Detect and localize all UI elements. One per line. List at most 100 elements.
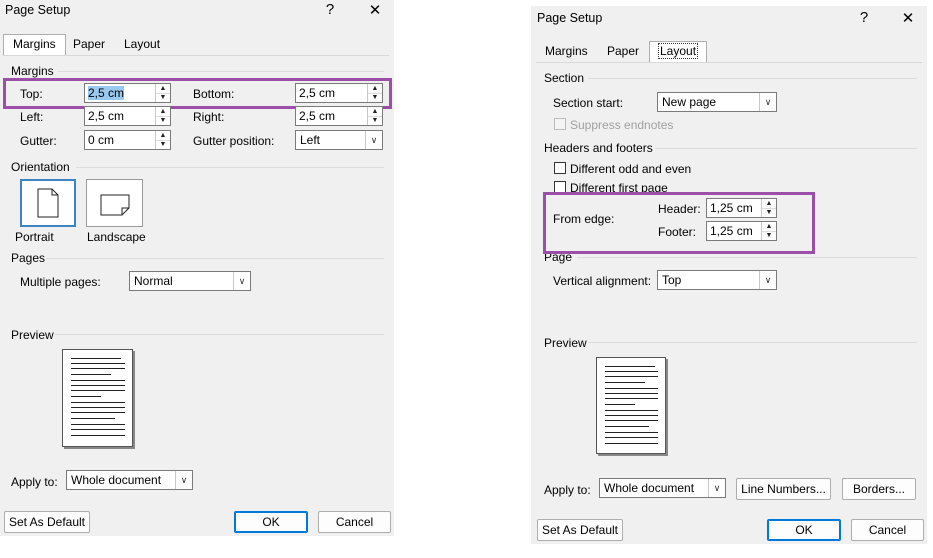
preview-line (71, 363, 125, 364)
left-apply-to-label: Apply to: (11, 475, 58, 489)
right-apply-to-label: Apply to: (544, 483, 591, 497)
landscape-label: Landscape (87, 230, 146, 244)
page-separator (577, 257, 917, 258)
left-preview-separator (55, 334, 384, 335)
preview-line (605, 404, 635, 405)
right-set-as-default-button[interactable]: Set As Default (537, 519, 623, 541)
preview-line (605, 437, 658, 438)
left-apply-to-value: Whole document (71, 473, 162, 487)
vertical-alignment-label: Vertical alignment: (553, 274, 652, 288)
preview-line (71, 424, 125, 425)
right-margin-value: 2,5 cm (299, 109, 336, 123)
left-margin-spinner[interactable]: 2,5 cm ▲ ▼ (84, 106, 171, 126)
preview-line (71, 358, 121, 359)
right-tab-layout[interactable]: Layout (649, 41, 708, 63)
right-help-button[interactable]: ? (854, 9, 874, 26)
left-ok-button[interactable]: OK (234, 511, 308, 533)
chevron-down-icon[interactable]: ∨ (365, 131, 382, 149)
left-apply-to-select[interactable]: Whole document ∨ (66, 470, 193, 490)
preview-line (71, 407, 125, 408)
preview-line (605, 415, 658, 416)
preview-line (71, 380, 125, 381)
left-tab-paper[interactable]: Paper (64, 35, 114, 55)
chevron-down-icon[interactable]: ∨ (233, 272, 250, 290)
different-odd-even-label: Different odd and even (570, 162, 692, 176)
left-margin-value: 2,5 cm (88, 109, 125, 123)
headers-footers-group-label: Headers and footers (544, 141, 653, 155)
right-tab-margins[interactable]: Margins (536, 42, 597, 62)
preview-line (605, 366, 655, 367)
section-group-label: Section (544, 71, 585, 85)
orientation-group-label: Orientation (11, 160, 70, 174)
portrait-button[interactable] (20, 179, 76, 227)
left-tab-layout[interactable]: Layout (115, 35, 169, 55)
right-page-preview (596, 357, 666, 454)
right-dialog-title: Page Setup (537, 11, 603, 25)
right-margin-spinner[interactable]: 2,5 cm ▲ ▼ (295, 106, 383, 126)
landscape-page-icon (100, 194, 130, 216)
gutter-spinner[interactable]: 0 cm ▲ ▼ (84, 130, 171, 150)
right-spin-arrows: ▲ ▼ (367, 107, 382, 125)
right-highlight-box (543, 192, 815, 254)
right-tab-paper[interactable]: Paper (598, 42, 648, 62)
preview-line (605, 382, 645, 383)
preview-line (71, 402, 125, 403)
suppress-endnotes-label: Suppress endnotes (570, 118, 674, 132)
borders-button[interactable]: Borders... (842, 478, 916, 500)
left-tab-margins[interactable]: Margins (3, 34, 66, 56)
suppress-endnotes-checkbox[interactable] (554, 118, 566, 130)
preview-line (605, 398, 658, 399)
chevron-down-icon[interactable]: ∨ (708, 479, 725, 497)
spin-down-icon[interactable]: ▼ (156, 116, 170, 125)
preview-line (71, 390, 125, 391)
preview-line (605, 420, 658, 421)
preview-line (605, 432, 658, 433)
left-dialog-title: Page Setup (5, 3, 71, 17)
portrait-label: Portrait (15, 230, 54, 244)
left-margins-group-label: Margins (11, 64, 54, 78)
gutter-label: Gutter: (20, 134, 57, 148)
line-numbers-button[interactable]: Line Numbers... (736, 478, 831, 500)
right-tabpanel-border (536, 62, 922, 63)
chevron-down-icon[interactable]: ∨ (759, 93, 776, 111)
right-cancel-button[interactable]: Cancel (851, 519, 924, 541)
preview-line (71, 435, 125, 436)
spin-down-icon[interactable]: ▼ (156, 140, 170, 149)
multiple-pages-select[interactable]: Normal ∨ (129, 271, 251, 291)
gutter-spin-arrows: ▲ ▼ (155, 131, 170, 149)
preview-line (605, 426, 649, 427)
left-set-as-default-button[interactable]: Set As Default (4, 511, 90, 533)
chevron-down-icon[interactable]: ∨ (175, 471, 192, 489)
gutter-value: 0 cm (88, 133, 115, 147)
left-help-button[interactable]: ? (320, 1, 340, 18)
right-apply-to-select[interactable]: Whole document ∨ (599, 478, 726, 498)
left-close-icon[interactable]: ✕ (365, 1, 385, 19)
multiple-pages-value: Normal (134, 274, 173, 288)
gutter-position-label: Gutter position: (193, 134, 275, 148)
left-highlight-box (3, 78, 392, 109)
left-tabpanel-border (3, 55, 389, 56)
preview-line (605, 388, 658, 389)
spin-down-icon[interactable]: ▼ (368, 116, 382, 125)
left-page-setup-dialog: Page Setup ? ✕ Margins Paper Layout Marg… (0, 0, 394, 536)
preview-line (605, 376, 658, 377)
right-label: Right: (193, 110, 225, 124)
preview-line (71, 368, 125, 369)
right-ok-button[interactable]: OK (767, 519, 841, 541)
vertical-alignment-select[interactable]: Top ∨ (657, 270, 777, 290)
section-separator (588, 78, 917, 79)
right-preview-separator (588, 342, 917, 343)
preview-line (605, 410, 658, 411)
different-odd-even-checkbox[interactable] (554, 162, 566, 174)
landscape-button[interactable] (86, 179, 143, 227)
section-start-label: Section start: (553, 96, 624, 110)
left-cancel-button[interactable]: Cancel (318, 511, 391, 533)
pages-group-label: Pages (11, 251, 46, 265)
preview-line (605, 371, 658, 372)
section-start-select[interactable]: New page ∨ (657, 92, 777, 112)
chevron-down-icon[interactable]: ∨ (759, 271, 776, 289)
preview-line (71, 396, 101, 397)
preview-line (71, 412, 125, 413)
right-close-icon[interactable]: ✕ (898, 9, 918, 27)
gutter-position-select[interactable]: Left ∨ (295, 130, 383, 150)
